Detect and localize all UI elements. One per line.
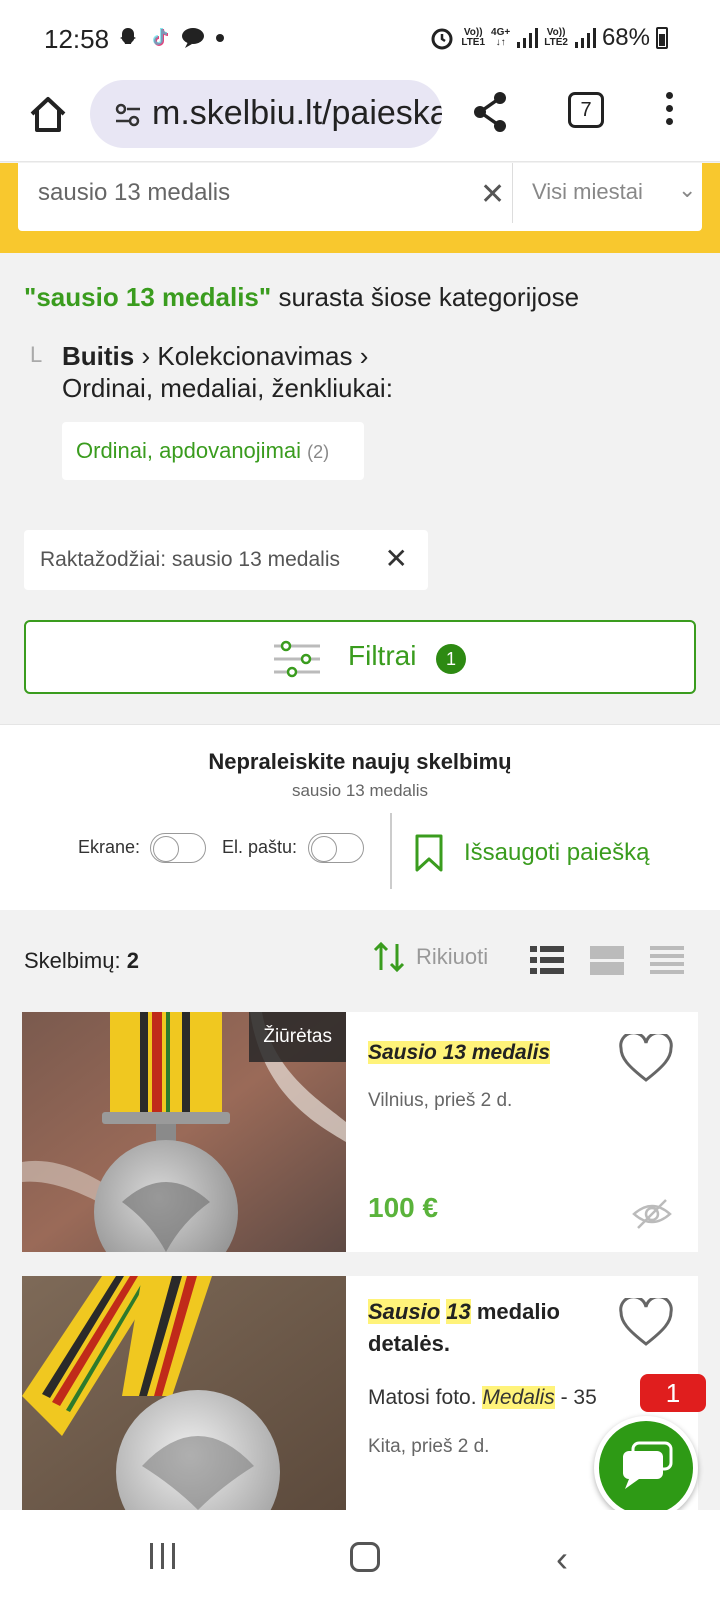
save-search-subtitle: sausio 13 medalis [291, 781, 429, 800]
list-view-icon[interactable] [530, 944, 564, 976]
gallery-view-icon[interactable] [590, 944, 624, 976]
screen-notify-label: Ekrane: [78, 837, 141, 857]
chat-bubbles-icon [623, 1441, 673, 1489]
chevron-right-icon: › [141, 341, 158, 371]
category-root-link[interactable]: Buitis [62, 341, 134, 371]
notification-icons [116, 26, 226, 50]
listing-price: 100 € [368, 1192, 439, 1223]
keyword-chip-label: Raktažodžiai: sausio 13 medalis [40, 548, 340, 571]
tabs-button[interactable]: 7 [568, 92, 604, 128]
recent-apps-icon[interactable] [148, 1542, 178, 1570]
battery-icon [656, 27, 668, 49]
favorite-heart-icon[interactable] [618, 1298, 674, 1348]
listing-description: Matosi foto. Medalis - 35 [368, 1386, 597, 1409]
home-nav-icon[interactable] [350, 1542, 380, 1572]
search-input[interactable]: sausio 13 medalis [38, 179, 230, 207]
save-search-label: Išsaugoti paiešką [464, 839, 650, 866]
save-search-title: Nepraleiskite naujų skelbimų [208, 749, 512, 774]
system-nav-bar: ‹ [0, 1510, 720, 1600]
found-text: surasta šiose kategorijose [271, 282, 580, 312]
dot-icon [216, 34, 224, 42]
listing-photo[interactable]: Žiūrėtas [22, 1012, 346, 1252]
listing-card[interactable]: Žiūrėtas Sausio 13 medalis Vilnius, prie… [22, 1012, 698, 1252]
favorite-heart-icon[interactable] [618, 1034, 674, 1084]
search-strip: sausio 13 medalis ✕ Visi miestai ⌄ [0, 163, 720, 253]
share-icon[interactable] [470, 90, 510, 134]
hide-listing-icon[interactable] [632, 1196, 672, 1232]
chevron-right-icon: › [359, 341, 369, 371]
divider [512, 163, 513, 223]
subcategory-chip[interactable]: Ordinai, apdovanojimai (2) [62, 422, 364, 480]
alarm-icon [431, 28, 453, 50]
snapchat-icon [120, 28, 136, 44]
category-leaf-link[interactable]: Ordinai, medaliai, ženkliukai: [62, 373, 393, 403]
filters-label: Filtrai [348, 640, 417, 671]
screen-notify-toggle[interactable] [150, 833, 206, 863]
filters-count-badge: 1 [436, 644, 466, 674]
remove-keyword-icon[interactable]: ✕ [385, 542, 408, 575]
category-path: Buitis › Kolekcionavimas › Ordinai, meda… [62, 340, 582, 404]
bookmark-icon [415, 834, 443, 872]
save-search-button[interactable]: Išsaugoti paiešką [414, 833, 649, 873]
listing-count: Skelbimų: 2 [24, 948, 139, 973]
category-results-heading: "sausio 13 medalis" surasta šiose katego… [24, 282, 579, 313]
subcategory-label: Ordinai, apdovanojimai [76, 438, 302, 463]
url-text: m.skelbiu.lt/paieska [152, 94, 442, 132]
status-bar: 12:58 Vo)) LTE1 4G+ ↓↑ Vo)) LTE2 68% [0, 0, 720, 80]
category-mid-link[interactable]: Kolekcionavimas [157, 341, 352, 371]
keyword-chip: Raktažodžiai: sausio 13 medalis ✕ [24, 530, 428, 590]
listing-title[interactable]: Sausio 13 medalis [368, 1036, 551, 1070]
compact-view-icon[interactable] [650, 944, 684, 976]
lte2-indicator: Vo)) LTE2 [544, 27, 568, 48]
chat-button[interactable] [594, 1416, 698, 1520]
city-select[interactable]: Visi miestai [532, 179, 643, 205]
site-settings-icon[interactable] [114, 102, 142, 128]
back-nav-icon[interactable]: ‹ [556, 1538, 568, 1580]
more-menu-icon[interactable] [664, 92, 674, 131]
sort-label: Rikiuoti [416, 944, 489, 969]
system-indicators: Vo)) LTE1 4G+ ↓↑ Vo)) LTE2 68% [429, 24, 668, 52]
signal-icon [517, 28, 539, 48]
viewed-badge: Žiūrėtas [249, 1012, 346, 1062]
filter-sliders-icon [274, 640, 320, 678]
divider [390, 813, 392, 889]
tree-marker: L [30, 342, 43, 367]
sort-icon [373, 941, 405, 973]
home-icon[interactable] [26, 92, 70, 136]
email-notify-toggle[interactable] [308, 833, 364, 863]
search-box: sausio 13 medalis ✕ Visi miestai ⌄ [18, 163, 702, 231]
email-notify-label: El. paštu: [222, 837, 298, 857]
chevron-down-icon[interactable]: ⌄ [678, 177, 696, 203]
subcategory-count: (2) [307, 442, 330, 462]
filters-button[interactable]: Filtrai 1 [24, 620, 696, 694]
query-highlight: "sausio 13 medalis" [24, 282, 272, 312]
signal-icon [574, 28, 596, 48]
save-search-panel: Nepraleiskite naujų skelbimų sausio 13 m… [0, 724, 720, 910]
clear-search-icon[interactable]: ✕ [480, 177, 505, 212]
listing-header: Skelbimų: 2 Rikiuoti [0, 910, 720, 1010]
battery-percent: 68% [601, 24, 650, 51]
address-bar[interactable]: m.skelbiu.lt/paieska [90, 80, 442, 148]
clock: 12:58 [44, 24, 110, 54]
sort-button[interactable]: Rikiuoti [372, 940, 488, 974]
network-indicator: 4G+ ↓↑ [491, 27, 511, 48]
tiktok-icon [153, 28, 168, 46]
listing-photo[interactable] [22, 1276, 346, 1510]
chat-icon [182, 28, 204, 48]
medal-photo [22, 1276, 346, 1510]
lte1-indicator: Vo)) LTE1 [461, 27, 486, 48]
listing-meta: Kita, prieš 2 d. [368, 1436, 490, 1457]
browser-toolbar: m.skelbiu.lt/paieska 7 [0, 80, 720, 162]
chat-unread-badge: 1 [640, 1374, 706, 1412]
listing-title[interactable]: Sausio 13 medalio detalės. [368, 1296, 598, 1360]
listing-meta: Vilnius, prieš 2 d. [368, 1090, 513, 1111]
